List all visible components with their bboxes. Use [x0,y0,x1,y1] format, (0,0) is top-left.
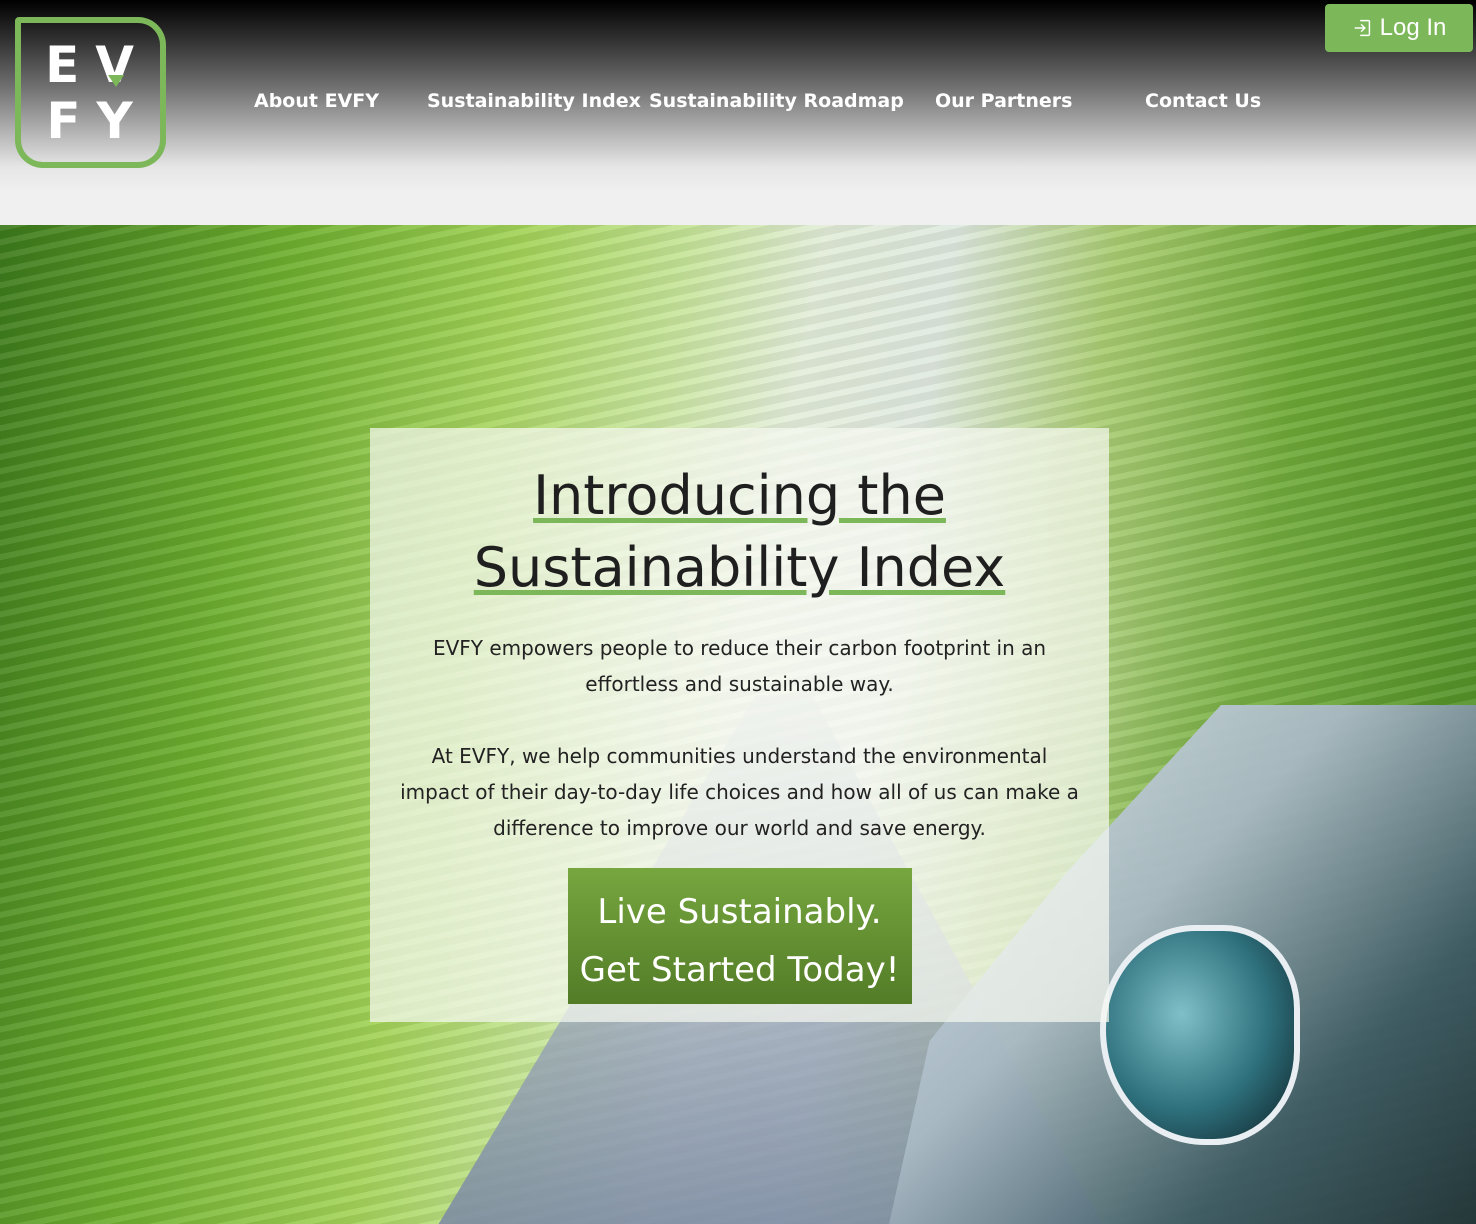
lightning-tip-icon [107,74,124,87]
logo-letter-v: V [95,35,136,94]
nav-about[interactable]: About EVFY [254,90,379,112]
login-label: Log In [1379,14,1447,41]
cta-line1: Live Sustainably. [597,891,882,932]
site-header: E V F Y About EVFY Sustainability Index … [0,0,1476,190]
hero-section: Introducing the Sustainability Index EVF… [0,225,1476,1224]
nav-sustainability-index[interactable]: Sustainability Index [427,90,641,112]
header-spacer [0,190,1476,225]
hero-content-box: Introducing the Sustainability Index EVF… [370,428,1109,1022]
logo-row-top: E V [45,37,136,93]
hero-title-line1: Introducing the [533,464,946,527]
nav-our-partners[interactable]: Our Partners [935,90,1072,112]
sign-in-icon [1354,19,1370,37]
main-nav: About EVFY Sustainability Index Sustaina… [0,90,1476,122]
nav-sustainability-roadmap[interactable]: Sustainability Roadmap [649,90,904,112]
nav-contact-us[interactable]: Contact Us [1145,90,1261,112]
hero-paragraph-1: EVFY empowers people to reduce their car… [432,636,1047,696]
hero-paragraph-2: At EVFY, we help communities understand … [400,744,1079,840]
hero-title: Introducing the Sustainability Index [370,460,1109,604]
logo-letter-e: E [45,35,82,94]
hero-title-line2: Sustainability Index [473,536,1006,599]
cta-line2: Get Started Today! [579,949,900,990]
login-button[interactable]: Log In [1325,4,1473,52]
get-started-button[interactable]: Live Sustainably. Get Started Today! [567,868,912,1004]
